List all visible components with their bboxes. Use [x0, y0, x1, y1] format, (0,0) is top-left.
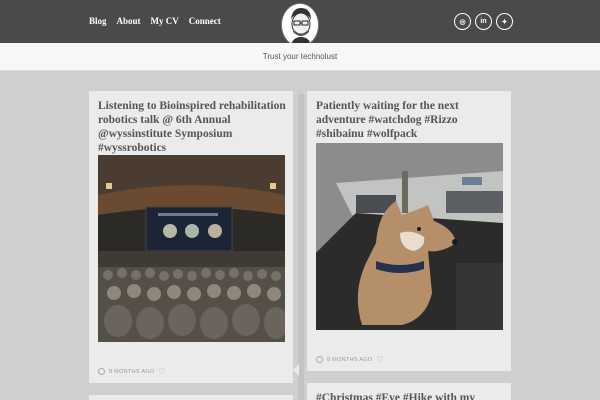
post-photo-symposium[interactable]: [98, 155, 285, 342]
avatar[interactable]: [281, 3, 319, 47]
main-nav: Blog About My CV Connect: [89, 16, 221, 26]
post-meta: 8 MONTHS AGO ♡: [98, 367, 166, 376]
top-bar: Blog About My CV Connect ◎ in ✦: [0, 0, 600, 47]
post-card[interactable]: #Christmas #Eve #Hike with my: [307, 383, 511, 400]
post-card[interactable]: [89, 395, 293, 400]
instagram-icon[interactable]: ◎: [454, 13, 471, 30]
post-time: 8 MONTHS AGO: [109, 368, 155, 375]
linkedin-icon[interactable]: in: [475, 13, 492, 30]
post-meta: 8 MONTHS AGO ♡: [316, 355, 384, 364]
post-photo-shiba[interactable]: [316, 143, 503, 330]
nav-connect[interactable]: Connect: [189, 16, 221, 26]
tagline-bar: Trust your technolust: [0, 43, 600, 71]
post-time: 8 MONTHS AGO: [327, 356, 373, 363]
post-card[interactable]: Patiently waiting for the next adventure…: [307, 91, 511, 371]
clock-icon: [316, 356, 323, 363]
post-title[interactable]: #Christmas #Eve #Hike with my: [316, 391, 511, 400]
post-title[interactable]: Listening to Bioinspired rehabilitation …: [98, 99, 288, 155]
nav-my-cv[interactable]: My CV: [151, 16, 179, 26]
nav-about[interactable]: About: [117, 16, 141, 26]
timeline-divider: [298, 94, 304, 400]
timeline-pointer-left: [293, 364, 299, 376]
clock-icon: [98, 368, 105, 375]
nav-blog[interactable]: Blog: [89, 16, 107, 26]
social-links: ◎ in ✦: [454, 13, 513, 30]
post-title[interactable]: Patiently waiting for the next adventure…: [316, 99, 506, 141]
post-card[interactable]: Listening to Bioinspired rehabilitation …: [89, 91, 293, 383]
site-tagline: Trust your technolust: [262, 52, 338, 61]
heart-icon[interactable]: ♡: [376, 355, 383, 364]
heart-icon[interactable]: ♡: [158, 367, 165, 376]
avatar-illustration: [282, 4, 318, 46]
twitter-icon[interactable]: ✦: [496, 13, 513, 30]
dog-in-car-image: [316, 143, 503, 330]
auditorium-image: [98, 155, 285, 342]
